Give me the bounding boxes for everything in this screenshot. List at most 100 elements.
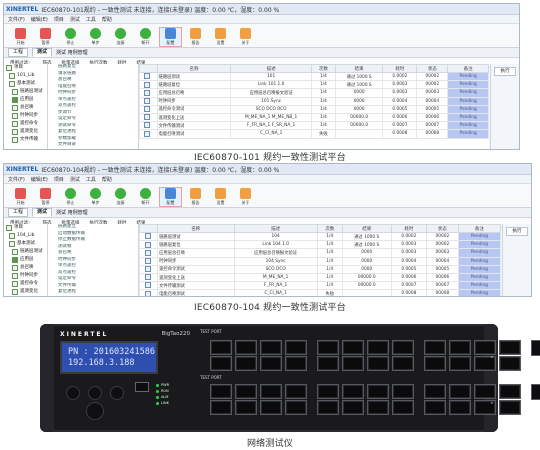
sfp-port[interactable] [285, 356, 307, 371]
tree-checkbox[interactable] [12, 257, 18, 263]
tree-checkbox[interactable] [12, 129, 18, 135]
row-checkbox-cell[interactable] [138, 256, 159, 266]
sfp-port[interactable] [235, 400, 257, 415]
sfp-port[interactable] [235, 340, 257, 355]
toolbar-button[interactable]: 开始 [10, 188, 31, 206]
sfp-port[interactable] [499, 384, 521, 399]
tree-checkbox[interactable] [12, 273, 18, 279]
column-header[interactable]: 耗时 [390, 224, 428, 233]
row-checkbox[interactable] [144, 258, 151, 264]
tree-checkbox[interactable] [12, 89, 18, 95]
row-checkbox-cell[interactable] [139, 80, 158, 90]
sfp-port[interactable] [499, 400, 521, 415]
tree-item[interactable]: 文件传输 [4, 136, 47, 144]
toolbar-button[interactable]: 停止 [60, 188, 81, 206]
toolbar-button[interactable]: 连接 [110, 188, 131, 206]
tree-item[interactable]: 应用层 [4, 96, 47, 104]
row-checkbox[interactable] [144, 266, 151, 273]
table-row[interactable]: 遥测变化上送 M_ME_NA_1 M_ME_NB_1 1/4 00000.0 0.000… [139, 112, 489, 123]
sfp-port[interactable] [449, 356, 471, 371]
tree-checkbox[interactable] [9, 81, 15, 87]
column-header[interactable]: 状态 [416, 64, 449, 73]
row-checkbox[interactable] [144, 130, 151, 137]
row-checkbox-cell[interactable] [138, 231, 159, 242]
toolbar-button[interactable]: 单步 [85, 28, 106, 46]
menu-item[interactable]: 项目 [54, 176, 64, 183]
menu-item[interactable]: 编辑(E) [31, 16, 48, 23]
row-checkbox[interactable] [144, 241, 151, 248]
tree-checkbox[interactable] [9, 233, 15, 239]
table-row[interactable]: 应用层总召唤 应用层总召唤报文验证 1/4 0000 0.0003 00003 Pendin… [139, 88, 489, 98]
column-header[interactable]: 备注 [457, 224, 502, 233]
column-header[interactable]: 结果 [334, 64, 384, 73]
menu-item[interactable]: 帮助 [102, 16, 112, 23]
sfp-port[interactable] [392, 400, 414, 415]
nav-knob-right[interactable] [110, 386, 124, 400]
menu-item[interactable]: 文件(F) [8, 176, 25, 183]
tree-item[interactable]: 基本测试 [4, 240, 47, 248]
row-checkbox-cell[interactable] [138, 248, 159, 258]
column-header[interactable]: 描述 [233, 224, 318, 233]
row-checkbox-cell[interactable] [139, 112, 158, 123]
column-header[interactable]: 名称 [157, 224, 235, 233]
row-checkbox[interactable] [144, 98, 151, 104]
row-checkbox-cell[interactable] [139, 71, 158, 82]
sfp-port[interactable] [449, 400, 471, 415]
sfp-port[interactable] [367, 400, 389, 415]
column-header[interactable]: 状态 [426, 224, 459, 233]
row-checkbox-cell[interactable] [139, 121, 158, 131]
row-checkbox-cell[interactable] [138, 289, 159, 296]
menu-item[interactable]: 项目 [54, 16, 64, 23]
tree-item[interactable]: 项目 [4, 224, 47, 232]
sfp-port[interactable] [260, 400, 282, 415]
menu-item[interactable]: 工具 [86, 176, 96, 183]
tree-item[interactable]: 应用层 [4, 256, 47, 264]
row-checkbox-cell[interactable] [138, 281, 159, 291]
tab-test[interactable]: 测试 [32, 208, 53, 217]
table-row[interactable]: 时钟同步 101 Sync 1/4 0000 0.0004 00004 Pending [139, 96, 489, 106]
table-row[interactable]: 链路层测试 101 1/4 通过 1000 S 0.0002 00002 Pending [139, 71, 489, 82]
sfp-port[interactable] [392, 384, 414, 399]
row-checkbox[interactable] [144, 89, 151, 96]
row-checkbox-cell[interactable] [139, 104, 158, 114]
sfp-port[interactable] [235, 356, 257, 371]
toolbar-button[interactable]: 关于 [235, 188, 256, 206]
tree-item[interactable]: 遥控命令 [4, 280, 47, 288]
tab-project[interactable]: 工程 [8, 48, 29, 57]
row-checkbox-cell[interactable] [139, 129, 158, 139]
sfp-port[interactable] [392, 340, 414, 355]
toolbar-button[interactable]: 配置 [159, 27, 182, 47]
row-checkbox[interactable] [144, 282, 151, 289]
tree-checkbox[interactable] [12, 113, 18, 119]
toolbar-button[interactable]: 设置 [210, 188, 231, 206]
tree-item[interactable]: 链路层测试 [4, 248, 47, 256]
row-checkbox[interactable] [144, 274, 151, 281]
sfp-port[interactable] [367, 356, 389, 371]
sfp-port[interactable] [499, 340, 521, 355]
sfp-port[interactable] [317, 340, 339, 355]
sfp-port[interactable] [424, 384, 446, 399]
sfp-port[interactable] [392, 356, 414, 371]
tree-item[interactable]: 104_Lib [4, 232, 47, 240]
sfp-port[interactable] [285, 384, 307, 399]
toolbar-button[interactable]: 断开 [135, 188, 156, 206]
table-row[interactable]: 链路层复位 Link 101 1.0 1/4 通过 1000 S 0.0003 00002… [139, 80, 489, 90]
sfp-port[interactable] [424, 400, 446, 415]
table-row[interactable]: 链路层复位 Link 104 1.0 1/4 通过 1000 S 0.0003 00002… [138, 240, 502, 250]
menu-item[interactable]: 帮助 [102, 176, 112, 183]
column-header[interactable]: 名称 [156, 64, 232, 73]
tree-item[interactable]: 遥测变化 [4, 288, 47, 296]
tree-checkbox[interactable] [12, 121, 18, 127]
toolbar-button[interactable]: 停止 [60, 28, 81, 46]
column-header[interactable]: 次数 [310, 64, 337, 73]
row-checkbox[interactable] [144, 122, 151, 129]
row-checkbox-cell[interactable] [138, 240, 159, 250]
sfp-port[interactable] [260, 356, 282, 371]
sfp-port[interactable] [474, 384, 496, 399]
tree-checkbox[interactable] [12, 265, 18, 271]
row-checkbox[interactable] [144, 233, 151, 240]
tree-item[interactable]: 链路层测试 [4, 88, 47, 96]
menu-item[interactable]: 文件(F) [8, 16, 25, 23]
row-checkbox-cell[interactable] [139, 88, 158, 98]
row-checkbox[interactable] [144, 114, 151, 121]
